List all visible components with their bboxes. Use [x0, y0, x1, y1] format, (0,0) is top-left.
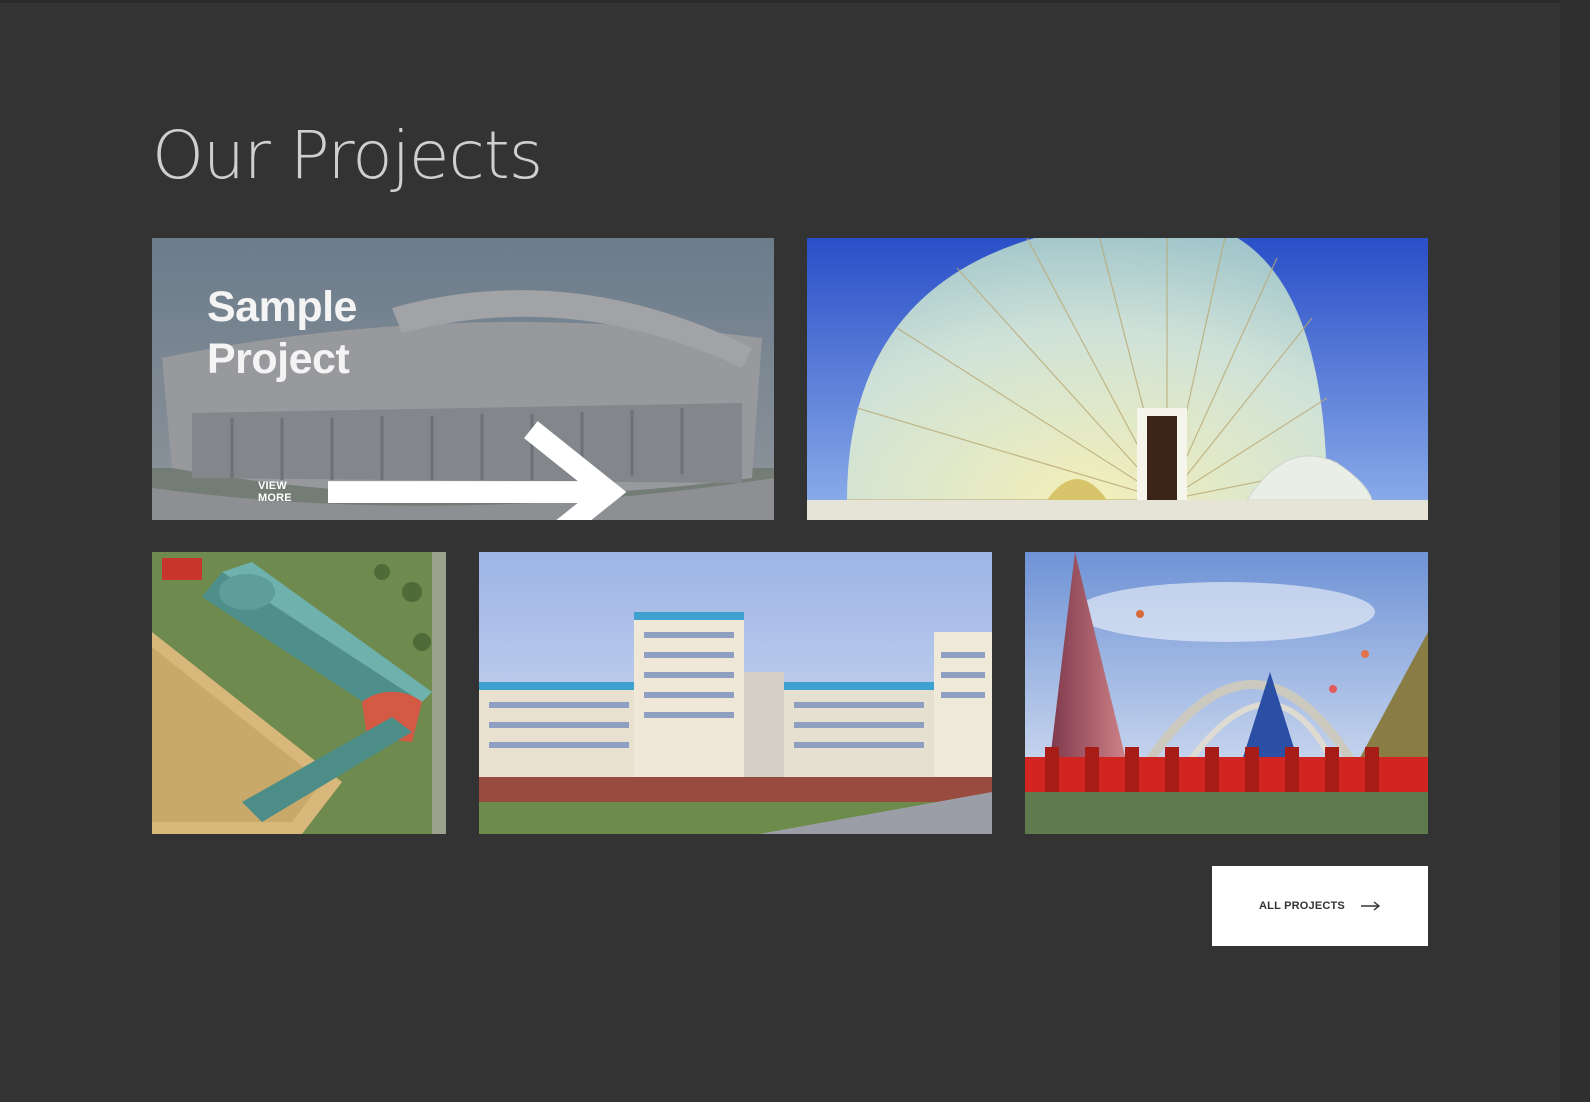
all-projects-button[interactable]: ALL PROJECTS [1212, 866, 1428, 946]
towers-image [479, 552, 992, 834]
project-card-towers[interactable] [479, 552, 992, 834]
view-more-link[interactable]: VIEW MORE [258, 414, 640, 520]
project-card-featured[interactable]: Sample Project VIEW MORE [152, 238, 774, 520]
project-card-aerial[interactable] [152, 552, 446, 834]
aerial-image [152, 552, 446, 834]
pyramid-image [1025, 552, 1428, 834]
arrow-right-icon [1360, 901, 1381, 911]
scrollbar[interactable] [1560, 0, 1590, 1102]
dome-image [807, 238, 1428, 520]
top-border [0, 0, 1590, 3]
view-more-label: VIEW MORE [258, 480, 292, 505]
project-card-pyramid[interactable] [1025, 552, 1428, 834]
arrow-right-icon [327, 421, 627, 520]
card-title: Sample Project [207, 283, 357, 383]
project-card-dome[interactable] [807, 238, 1428, 520]
section-title: Our Projects [152, 117, 543, 194]
all-projects-label: ALL PROJECTS [1259, 900, 1345, 912]
